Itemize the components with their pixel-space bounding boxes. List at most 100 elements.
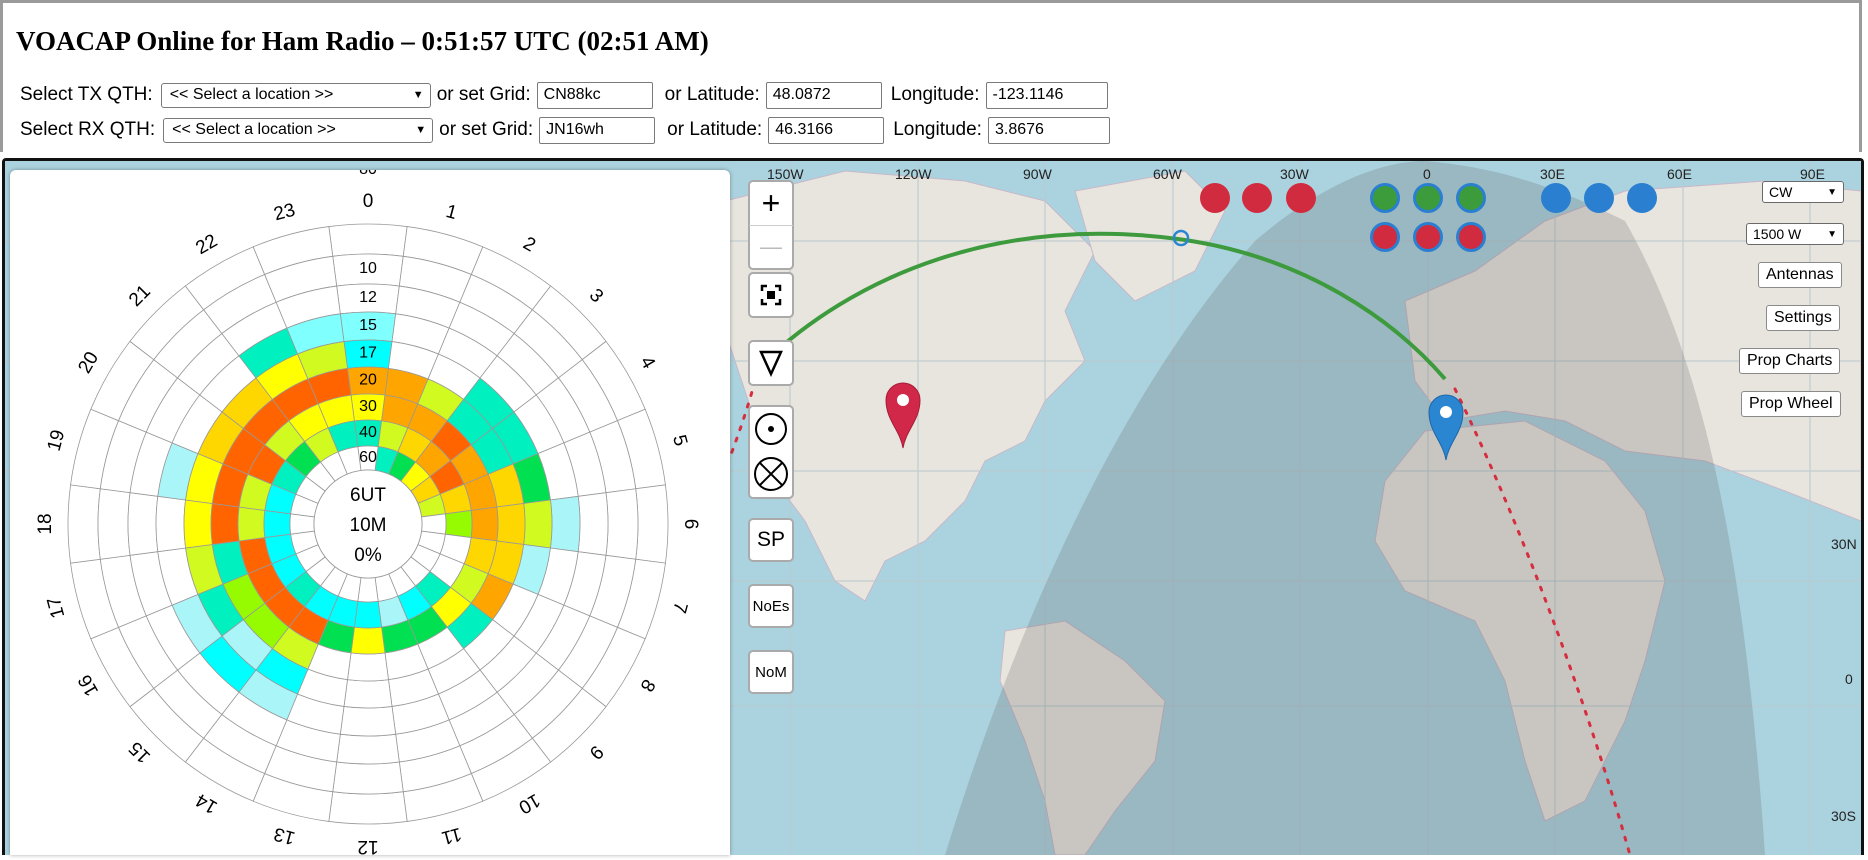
- hour-label: 17: [44, 595, 70, 621]
- wheel-cell: [128, 493, 158, 556]
- power-select[interactable]: 1500 W ▼: [1746, 223, 1844, 245]
- tx-lon-label: Longitude:: [891, 84, 980, 106]
- tx-grid-input[interactable]: CN88kc: [537, 82, 653, 109]
- rx-lon-input[interactable]: 3.8676: [988, 117, 1110, 144]
- wheel-cell: [238, 507, 265, 541]
- status-dot[interactable]: [1627, 183, 1657, 213]
- hour-label: 7: [668, 600, 691, 616]
- hour-label: 16: [74, 671, 103, 700]
- tx-rx-control: [748, 405, 794, 499]
- rx-grid-input[interactable]: JN16wh: [539, 117, 655, 144]
- settings-button[interactable]: Settings: [1766, 305, 1840, 331]
- wheel-center-text: 6UT: [350, 485, 386, 506]
- status-dot[interactable]: [1370, 222, 1400, 252]
- power-value: 1500 W: [1753, 226, 1801, 242]
- rx-lat-input[interactable]: 46.3166: [768, 117, 884, 144]
- band-label: 17: [359, 345, 377, 362]
- hour-label: 22: [192, 230, 221, 259]
- target-dot-icon[interactable]: [754, 412, 788, 446]
- wheel-cell: [550, 496, 580, 551]
- wheel-cell: [354, 601, 381, 628]
- wheel-cell: [337, 734, 400, 764]
- band-label: 12: [359, 289, 377, 306]
- wheel-cell: [471, 507, 498, 541]
- status-dot[interactable]: [1200, 183, 1230, 213]
- wheel-cell: [156, 496, 186, 551]
- chevron-down-icon: ▼: [415, 124, 426, 136]
- wheel-cell: [290, 514, 314, 534]
- filter-button[interactable]: [748, 340, 794, 386]
- status-dot[interactable]: [1456, 183, 1486, 213]
- prop-wheel-button[interactable]: Prop Wheel: [1741, 391, 1841, 417]
- status-dot[interactable]: [1413, 222, 1443, 252]
- status-dot[interactable]: [1413, 183, 1443, 213]
- zoom-control: + —: [748, 180, 794, 270]
- page-title: VOACAP Online for Ham Radio – 0:51:57 UT…: [16, 26, 709, 57]
- hour-label: 20: [74, 348, 103, 377]
- status-dot[interactable]: [1456, 222, 1486, 252]
- chevron-down-icon: ▼: [1827, 229, 1837, 240]
- sp-button[interactable]: SP: [748, 518, 794, 562]
- status-dot[interactable]: [1541, 183, 1571, 213]
- lon-label: 60E: [1667, 166, 1692, 182]
- prop-wheel-panel: 0123456789101112131415161718192021222310…: [10, 170, 730, 855]
- rx-label: Select RX QTH:: [20, 119, 155, 141]
- antennas-button[interactable]: Antennas: [1758, 262, 1842, 288]
- hour-label: 2: [519, 233, 539, 256]
- wheel-cell: [348, 653, 389, 681]
- hour-label: 9: [585, 741, 607, 763]
- prop-wheel[interactable]: 0123456789101112131415161718192021222310…: [10, 170, 730, 855]
- wheel-cell: [636, 485, 668, 563]
- tx-lat-input[interactable]: 48.0872: [766, 82, 882, 109]
- wheel-cell: [344, 680, 392, 708]
- wheel-center-text: 0%: [354, 545, 382, 566]
- target-cross-icon[interactable]: [753, 456, 789, 492]
- hour-label: 18: [35, 513, 56, 534]
- lat-label: 0: [1845, 671, 1853, 687]
- zoom-out-button[interactable]: —: [749, 225, 793, 269]
- wheel-cell: [422, 514, 446, 534]
- status-dot[interactable]: [1584, 183, 1614, 213]
- hour-label: 11: [439, 823, 463, 848]
- wheel-cell: [98, 489, 130, 559]
- rx-grid-label: or set Grid:: [439, 119, 533, 141]
- prop-charts-button[interactable]: Prop Charts: [1739, 348, 1840, 374]
- noes-button[interactable]: NoEs: [748, 584, 794, 628]
- rx-location-select[interactable]: << Select a location >>▼: [163, 118, 433, 143]
- status-dot[interactable]: [1242, 183, 1272, 213]
- status-dot[interactable]: [1286, 183, 1316, 213]
- nom-button[interactable]: NoM: [748, 650, 794, 694]
- lon-label: 90W: [1023, 166, 1052, 182]
- rx-marker-icon[interactable]: [1427, 392, 1465, 462]
- hour-label: 10: [515, 789, 544, 818]
- rx-row: Select RX QTH: << Select a location >>▼ …: [20, 115, 1110, 145]
- band-label: 30: [359, 398, 377, 415]
- wheel-cell: [606, 489, 638, 559]
- hour-label: 15: [125, 737, 155, 767]
- tx-lat-label: or Latitude:: [665, 84, 760, 106]
- mode-select[interactable]: CW▼: [1762, 181, 1844, 203]
- lon-label: 90E: [1800, 166, 1825, 182]
- band-label: 15: [359, 317, 377, 334]
- wheel-cell: [358, 578, 378, 602]
- wheel-cell: [445, 510, 472, 537]
- lat-label: 30N: [1831, 536, 1857, 552]
- lon-label: 120W: [895, 166, 932, 182]
- zoom-in-button[interactable]: +: [762, 182, 781, 225]
- status-dot[interactable]: [1370, 183, 1400, 213]
- band-label: 80: [359, 170, 377, 178]
- wheel-cell: [68, 485, 100, 563]
- wheel-cell: [184, 500, 212, 548]
- fullscreen-button[interactable]: [748, 272, 794, 318]
- tx-marker-icon[interactable]: [884, 380, 922, 450]
- tx-row: Select TX QTH: << Select a location >>▼ …: [20, 80, 1108, 110]
- lat-label: 30S: [1831, 808, 1856, 824]
- wheel-cell: [329, 224, 407, 256]
- hour-label: 6: [680, 519, 701, 530]
- lon-label: 30W: [1280, 166, 1309, 182]
- wheel-cell: [524, 500, 552, 548]
- tx-location-select[interactable]: << Select a location >>▼: [161, 83, 431, 108]
- tx-lon-input[interactable]: -123.1146: [986, 82, 1108, 109]
- wheel-cell: [333, 762, 403, 794]
- hour-label: 23: [272, 200, 298, 226]
